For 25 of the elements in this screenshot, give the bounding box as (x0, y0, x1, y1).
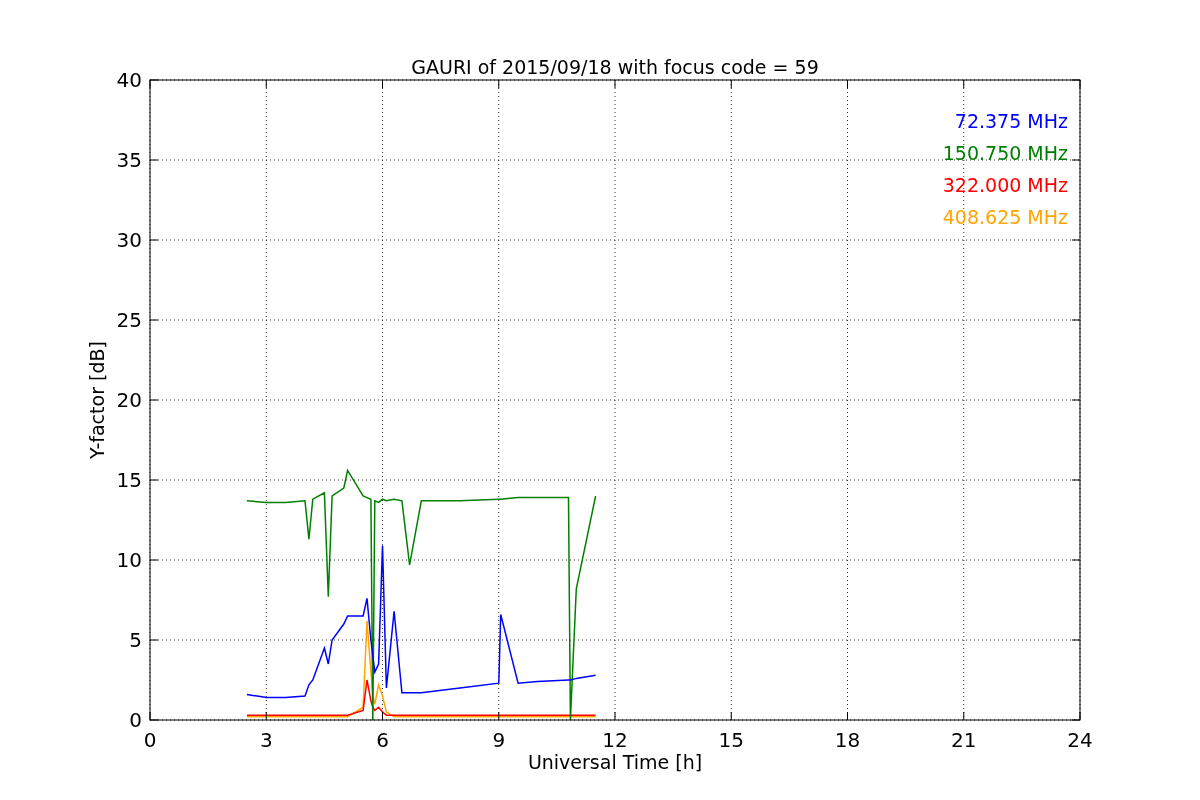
y-tick-label: 20 (116, 388, 142, 412)
x-tick-label: 3 (259, 728, 273, 752)
x-tick-label: 12 (602, 728, 628, 752)
y-tick-label: 35 (116, 148, 142, 172)
x-tick-label: 18 (834, 728, 861, 752)
y-tick-label: 40 (116, 68, 142, 92)
y-tick-label: 0 (129, 708, 142, 732)
x-tick-label: 24 (1067, 728, 1093, 752)
chart-title: GAURI of 2015/09/18 with focus code = 59 (411, 56, 819, 78)
y-tick-label: 30 (116, 228, 142, 252)
x-tick-label: 6 (376, 728, 389, 752)
legend-label: 72.375 MHz (954, 110, 1068, 132)
y-axis-label: Y-factor [dB] (86, 341, 108, 459)
legend-label: 408.625 MHz (942, 206, 1068, 228)
legend-label: 150.750 MHz (942, 142, 1068, 164)
x-tick-label: 15 (718, 728, 744, 752)
y-tick-label: 15 (116, 468, 142, 492)
x-tick-label: 21 (951, 728, 977, 752)
y-tick-label: 5 (129, 628, 142, 652)
x-axis-label: Universal Time [h] (527, 751, 703, 773)
legend-label: 322.000 MHz (942, 174, 1068, 196)
x-tick-label: 0 (143, 728, 157, 752)
y-tick-label: 25 (116, 308, 142, 332)
x-tick-label: 9 (492, 728, 506, 752)
y-tick-label: 10 (116, 548, 142, 572)
